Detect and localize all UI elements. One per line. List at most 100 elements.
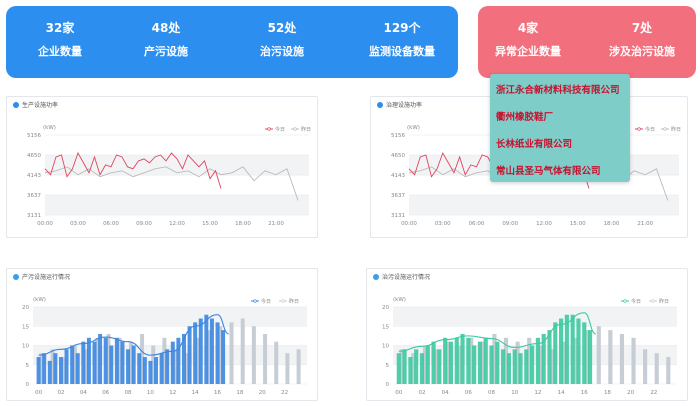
bar-today	[92, 341, 97, 384]
x-tick-label: 08	[125, 390, 132, 396]
chart-icon	[13, 273, 19, 280]
x-tick-label: 12	[534, 390, 541, 396]
bar-today	[454, 337, 459, 384]
y-tick-label: 3637	[391, 193, 405, 199]
bar-today	[489, 345, 494, 384]
y-tick-label: 4143	[391, 173, 405, 179]
bar-yesterday	[608, 330, 613, 384]
bar-today	[98, 333, 103, 384]
stat-enterprise-count[interactable]: 32家 企业数量	[20, 20, 100, 60]
y-tick-label: 10	[382, 344, 389, 350]
x-tick-label: 16	[581, 390, 588, 396]
bar-today	[559, 318, 564, 384]
bar-today	[570, 314, 575, 384]
x-tick-label: 00:00	[37, 221, 53, 227]
x-tick-label: 06	[102, 390, 109, 396]
stat-label: 企业数量	[38, 45, 82, 58]
y-tick-label: 5156	[27, 133, 41, 139]
bar-today	[431, 341, 436, 384]
bar-today	[42, 353, 47, 384]
bar-yesterday	[274, 341, 279, 384]
y-tick-label: 5	[386, 363, 390, 369]
x-tick-label: 02	[418, 390, 425, 396]
y-tick-label: 20	[22, 305, 29, 311]
stat-label: 产污设施	[144, 45, 188, 58]
stat-monitoring-devices[interactable]: 129个 监测设备数量	[354, 20, 450, 60]
bar-today	[148, 360, 153, 384]
x-tick-label: 09:00	[136, 221, 152, 227]
bar-today	[81, 341, 86, 384]
x-tick-label: 08	[488, 390, 495, 396]
bar-today	[524, 349, 529, 384]
legend-marker	[293, 127, 297, 131]
y-axis-label: (kW)	[393, 297, 406, 303]
stat-pollution-facilities[interactable]: 48处 产污设施	[126, 20, 206, 60]
y-tick-label: 10	[22, 344, 29, 350]
panel-title: 治理设施功率	[377, 100, 422, 109]
stat-value: 129个	[383, 21, 421, 35]
bar-today	[495, 341, 500, 384]
x-tick-label: 20	[259, 390, 266, 396]
dropdown-item-enterprise[interactable]: 常山县圣马气体有限公司	[496, 163, 601, 177]
bar-today	[176, 337, 181, 384]
chart-title: 治理设施功率	[386, 102, 423, 109]
bar-today	[530, 345, 535, 384]
panel-title: 治污设施运行情况	[373, 272, 430, 281]
x-tick-label: 16	[214, 390, 221, 396]
dropdown-item-enterprise[interactable]: 浙江永合新材料科技有限公司	[496, 82, 620, 96]
bar-today	[582, 322, 587, 384]
x-tick-label: 02	[57, 390, 64, 396]
bar-today	[512, 349, 517, 384]
bar-today	[547, 330, 552, 384]
x-tick-label: 12	[169, 390, 176, 396]
y-tick-label: 3131	[27, 213, 41, 219]
bar-today	[535, 337, 540, 384]
bar-today	[414, 349, 419, 384]
stat-involved-facilities[interactable]: 7处 涉及治污设施	[592, 20, 692, 60]
y-tick-label: 3637	[27, 193, 41, 199]
dropdown-item-enterprise[interactable]: 衢州橡胶鞋厂	[496, 109, 553, 123]
bar-today	[193, 322, 198, 384]
y-tick-label: 0	[386, 382, 390, 388]
bar-today	[154, 357, 159, 384]
bar-today	[109, 345, 114, 384]
bar-today	[126, 349, 131, 384]
bar-today	[86, 337, 91, 384]
x-tick-label: 18	[236, 390, 243, 396]
legend-label: 昨日	[659, 298, 669, 305]
bar-today	[576, 318, 581, 384]
bar-today	[460, 333, 465, 384]
legend-marker	[651, 299, 655, 303]
panel-title: 产污设施运行情况	[13, 272, 70, 281]
bar-today	[75, 353, 80, 384]
bar-today	[47, 360, 52, 384]
legend-label: 今日	[631, 298, 641, 305]
stat-label: 涉及治污设施	[609, 45, 675, 58]
legend-label: 今日	[275, 126, 285, 133]
grid-band	[45, 195, 309, 215]
bar-today	[209, 318, 214, 384]
bar-today	[396, 353, 401, 384]
bar-yesterday	[285, 353, 290, 384]
x-tick-label: 12:00	[169, 221, 185, 227]
bar-yesterday	[296, 349, 301, 384]
stat-abnormal-enterprises[interactable]: 4家 异常企业数量	[482, 20, 574, 60]
treatment-operation-chart: 0 5 10 15 20 (kW) 00 02 04 06 08 10 12 14 16 18 20 22 今日 昨日	[382, 297, 677, 396]
legend-marker	[663, 127, 667, 131]
bar-today	[477, 341, 483, 384]
y-tick-label: 4650	[391, 153, 405, 159]
legend-marker	[623, 299, 627, 303]
bar-today	[472, 345, 477, 384]
stat-value: 7处	[631, 21, 653, 35]
chart-title: 生产设施功率	[22, 102, 59, 109]
stat-treatment-facilities[interactable]: 52处 治污设施	[242, 20, 322, 60]
bar-today	[448, 341, 454, 384]
alert-panel: 4家 异常企业数量 7处 涉及治污设施	[478, 6, 696, 78]
x-tick-label: 00	[35, 390, 42, 396]
dropdown-item-enterprise[interactable]: 长林纸业有限公司	[496, 136, 572, 150]
y-tick-label: 20	[382, 305, 389, 311]
chart-title: 产污设施运行情况	[22, 274, 71, 281]
y-tick-label: 4143	[27, 173, 41, 179]
bar-today	[198, 318, 203, 384]
bar-today	[564, 314, 569, 384]
